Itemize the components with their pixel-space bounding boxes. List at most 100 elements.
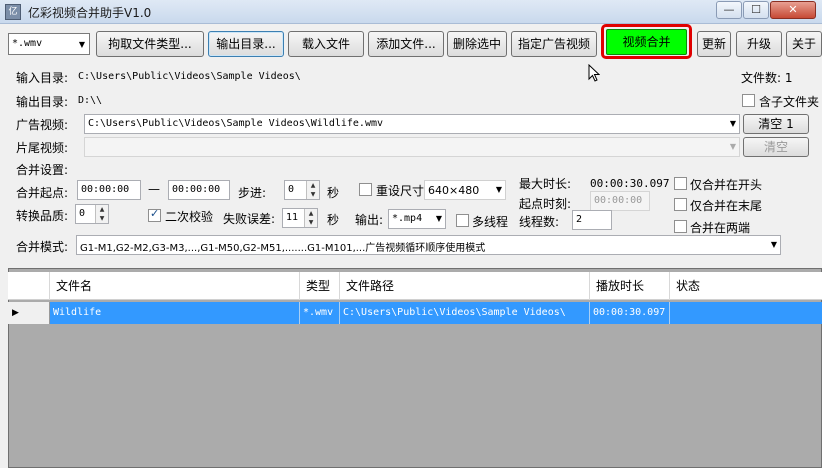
filetype-select-value: *.wmv: [12, 38, 43, 49]
output-dir-value: D:\\: [78, 95, 103, 106]
table-header: 文件名 类型 文件路径 播放时长 状态: [8, 272, 822, 300]
only-start-checkbox[interactable]: [674, 177, 687, 190]
start-point-value: 00:00:00: [81, 184, 130, 195]
chevron-down-icon: ▼: [770, 240, 777, 249]
include-subfolders-label: 含子文件夹: [759, 95, 820, 109]
max-duration-label: 最大时长:: [519, 177, 572, 191]
cell-duration[interactable]: 00:00:30.097: [590, 302, 670, 324]
delete-selected-button[interactable]: 删除选中: [447, 31, 507, 57]
fail-error-stepper[interactable]: 11 ▲ ▼: [282, 208, 318, 228]
chevron-down-icon: ▼: [729, 119, 736, 128]
step-label: 步进:: [238, 186, 267, 200]
spin-arrows-icon[interactable]: ▲ ▼: [304, 209, 317, 227]
start-point-label: 合并起点:: [16, 186, 69, 200]
output-format-label: 输出:: [355, 213, 384, 227]
merge-mode-select[interactable]: G1-M1,G2-M2,G3-M3,...,G1-M50,G2-M51,....…: [76, 235, 781, 255]
window-title: 亿彩视频合并助手V1.0: [28, 6, 152, 20]
filetype-select[interactable]: *.wmv ▼: [8, 33, 90, 55]
row-header-corner: [8, 272, 50, 300]
clear-tail-button[interactable]: 清空: [743, 137, 809, 157]
cell-path[interactable]: C:\Users\Public\Videos\Sample Videos\: [340, 302, 590, 324]
step-unit: 秒: [327, 186, 340, 200]
ad-video-value: C:\Users\Public\Videos\Sample Videos\Wil…: [88, 118, 384, 129]
range-dash: —: [148, 182, 160, 196]
upgrade-button[interactable]: 升级: [736, 31, 782, 57]
fail-error-label: 失败误差:: [223, 212, 276, 226]
multithread-label: 多线程: [472, 215, 509, 229]
cell-status[interactable]: [670, 302, 822, 324]
column-header-filename[interactable]: 文件名: [50, 272, 300, 300]
chevron-down-icon: ▼: [78, 40, 85, 49]
about-button[interactable]: 关于: [786, 31, 822, 57]
app-icon: 亿: [5, 4, 21, 20]
fail-error-value: 11: [286, 212, 299, 223]
add-files-button[interactable]: 添加文件...: [368, 31, 444, 57]
tail-video-select[interactable]: ▼: [84, 137, 740, 157]
file-count: 文件数: 1: [741, 71, 793, 85]
quality-label: 转换品质:: [16, 209, 69, 223]
column-header-type[interactable]: 类型: [300, 272, 340, 300]
second-check-label: 二次校验: [165, 210, 214, 224]
extract-types-button[interactable]: 拘取文件类型...: [96, 31, 204, 57]
threads-input[interactable]: 2: [572, 210, 612, 230]
chevron-down-icon: ▼: [729, 142, 736, 151]
ad-video-label: 广告视频:: [16, 118, 69, 132]
resize-label: 重设尺寸: [376, 184, 425, 198]
end-point-input[interactable]: 00:00:00: [168, 180, 230, 200]
start-time-input[interactable]: 00:00:00: [590, 191, 650, 211]
output-dir-button[interactable]: 输出目录...: [208, 31, 284, 57]
output-format-select[interactable]: *.mp4 ▼: [388, 209, 446, 229]
only-end-label: 仅合并在末尾: [690, 199, 763, 213]
threads-value: 2: [576, 214, 583, 225]
row-selector-icon[interactable]: ▶: [8, 302, 50, 324]
resize-select[interactable]: 640×480 ▼: [424, 180, 506, 200]
chevron-down-icon: ▼: [435, 214, 442, 223]
second-check-checkbox[interactable]: [148, 207, 161, 222]
quality-stepper[interactable]: 0 ▲ ▼: [75, 204, 109, 224]
mouse-cursor-icon: [588, 64, 600, 82]
start-time-label: 起点时刻:: [519, 197, 572, 211]
max-duration-value: 00:00:30.097: [590, 177, 670, 190]
column-header-duration[interactable]: 播放时长: [590, 272, 670, 300]
start-time-value: 00:00:00: [594, 195, 643, 206]
fail-error-unit: 秒: [327, 213, 340, 227]
minimize-button[interactable]: —: [716, 1, 742, 19]
merge-settings-heading: 合并设置:: [16, 163, 69, 177]
output-format-value: *.mp4: [392, 213, 423, 224]
only-end-checkbox[interactable]: [674, 198, 687, 211]
cell-filename[interactable]: Wildlife: [50, 302, 300, 324]
tail-video-label: 片尾视频:: [16, 141, 69, 155]
column-header-status[interactable]: 状态: [670, 272, 822, 300]
input-dir-label: 输入目录:: [16, 71, 69, 85]
merge-mode-label: 合并模式:: [16, 240, 69, 254]
clear-ad-button[interactable]: 清空 1: [743, 114, 809, 134]
threads-label: 线程数:: [519, 215, 560, 229]
ad-video-select[interactable]: C:\Users\Public\Videos\Sample Videos\Wil…: [84, 114, 740, 134]
resize-value: 640×480: [428, 184, 480, 197]
table-row[interactable]: ▶ Wildlife *.wmv C:\Users\Public\Videos\…: [8, 302, 822, 324]
spin-arrows-icon[interactable]: ▲ ▼: [306, 181, 319, 199]
chevron-down-icon: ▼: [495, 185, 502, 194]
cell-type[interactable]: *.wmv: [300, 302, 340, 324]
step-value: 0: [288, 184, 295, 195]
step-stepper[interactable]: 0 ▲ ▼: [284, 180, 320, 200]
spin-arrows-icon[interactable]: ▲ ▼: [95, 205, 108, 223]
update-button[interactable]: 更新: [697, 31, 731, 57]
only-start-label: 仅合并在开头: [690, 178, 763, 192]
multithread-checkbox[interactable]: [456, 214, 469, 227]
resize-checkbox[interactable]: [359, 183, 372, 196]
maximize-button[interactable]: ☐: [743, 1, 769, 19]
quality-value: 0: [79, 208, 86, 219]
merge-mode-value: G1-M1,G2-M2,G3-M3,...,G1-M50,G2-M51,....…: [80, 243, 486, 254]
both-ends-label: 合并在两端: [690, 221, 751, 235]
end-point-value: 00:00:00: [172, 184, 221, 195]
include-subfolders-checkbox[interactable]: [742, 94, 755, 107]
both-ends-checkbox[interactable]: [674, 220, 687, 233]
start-point-input[interactable]: 00:00:00: [77, 180, 141, 200]
merge-video-button[interactable]: 视频合并: [606, 29, 687, 55]
set-ad-video-button[interactable]: 指定广告视频: [511, 31, 597, 57]
load-files-button[interactable]: 载入文件: [288, 31, 364, 57]
column-header-path[interactable]: 文件路径: [340, 272, 590, 300]
close-button[interactable]: ✕: [770, 1, 816, 19]
input-dir-value: C:\Users\Public\Videos\Sample Videos\: [78, 71, 301, 82]
